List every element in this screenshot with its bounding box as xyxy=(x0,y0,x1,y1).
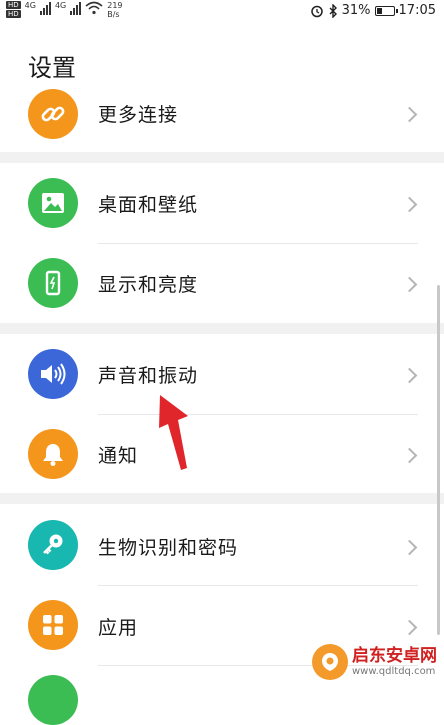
watermark-name: 启东安卓网 xyxy=(352,645,437,666)
annotation-arrow-icon xyxy=(159,395,188,470)
watermark-logo-icon xyxy=(312,643,348,680)
watermark: 启东安卓网 www.qdltdq.com xyxy=(312,640,444,683)
watermark-url: www.qdltdq.com xyxy=(352,665,436,677)
